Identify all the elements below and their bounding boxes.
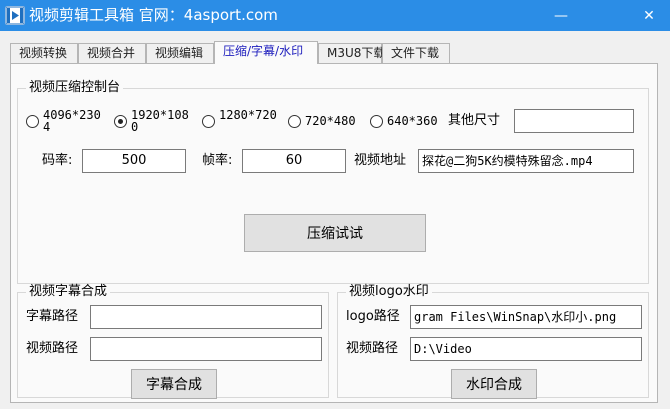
logo-path-label: logo路径 [346, 309, 400, 324]
radio-1280x720[interactable]: 1280*720 [202, 109, 282, 128]
title-bar: 视频剪辑工具箱 官网：4asport.com — ✕ [0, 0, 670, 31]
app-icon [5, 6, 25, 25]
other-size-label: 其他尺寸 [448, 113, 501, 128]
minimize-button[interactable]: — [540, 0, 582, 31]
framerate-label: 帧率: [202, 153, 233, 168]
subtitle-path-input[interactable] [90, 305, 322, 329]
tab-file-download[interactable]: 文件下载 [382, 43, 450, 63]
other-size-input[interactable] [514, 109, 634, 133]
radio-1280x720-label: 1280*720 [219, 108, 277, 122]
radio-720x480-indicator[interactable] [288, 115, 301, 128]
subtitle-video-path-label: 视频路径 [26, 341, 79, 356]
watermark-video-path-input[interactable]: D:\Video [410, 337, 642, 361]
tab-video-merge[interactable]: 视频合并 [78, 43, 146, 63]
subtitle-path-label: 字幕路径 [26, 309, 79, 324]
radio-1920x1080-indicator[interactable] [114, 115, 127, 128]
tab-video-convert[interactable]: 视频转换 [10, 43, 78, 63]
subtitle-group-title: 视频字幕合成 [26, 284, 111, 300]
radio-1920x1080[interactable]: 1920*1080 [114, 109, 196, 133]
bitrate-input[interactable]: 500 [82, 149, 186, 173]
subtitle-merge-button[interactable]: 字幕合成 [131, 369, 217, 399]
compress-button[interactable]: 压缩试试 [244, 214, 426, 252]
close-button[interactable]: ✕ [628, 0, 670, 31]
tab-video-edit[interactable]: 视频编辑 [146, 43, 214, 63]
radio-4096x2304-label: 4096*2304 [43, 108, 101, 134]
radio-4096x2304-indicator[interactable] [26, 115, 39, 128]
compress-group-title: 视频压缩控制台 [26, 80, 124, 96]
radio-640x360[interactable]: 640*360 [370, 109, 450, 133]
watermark-merge-button[interactable]: 水印合成 [451, 369, 537, 399]
tab-compress-subtitle-watermark[interactable]: 压缩/字幕/水印 [214, 41, 318, 64]
radio-640x360-indicator[interactable] [370, 115, 383, 128]
radio-1920x1080-label: 1920*1080 [131, 108, 189, 134]
watermark-group-title: 视频logo水印 [346, 284, 432, 300]
radio-1280x720-indicator[interactable] [202, 115, 215, 128]
watermark-group: 视频logo水印 logo路径 gram Files\WinSnap\水印小.p… [337, 284, 649, 399]
window-title: 视频剪辑工具箱 官网：4asport.com [29, 6, 278, 24]
window-client: 视频转换 视频合并 视频编辑 压缩/字幕/水印 M3U8下载 文件下载 视频压缩… [0, 31, 670, 409]
subtitle-group: 视频字幕合成 字幕路径 视频路径 字幕合成 [17, 284, 329, 399]
radio-720x480-label: 720*480 [305, 114, 356, 128]
watermark-video-path-label: 视频路径 [346, 341, 399, 356]
tab-page: 视频压缩控制台 4096*2304 1920*1080 1280*720 720… [10, 63, 658, 403]
video-path-label: 视频地址 [354, 153, 407, 168]
compress-group: 视频压缩控制台 4096*2304 1920*1080 1280*720 720… [17, 80, 649, 284]
logo-path-input[interactable]: gram Files\WinSnap\水印小.png [410, 305, 642, 329]
bitrate-label: 码率: [42, 153, 73, 168]
video-path-input[interactable]: 探花@二狗5K约模特殊留念.mp4 [418, 149, 634, 173]
radio-640x360-label: 640*360 [387, 114, 438, 128]
subtitle-video-path-input[interactable] [90, 337, 322, 361]
radio-4096x2304[interactable]: 4096*2304 [26, 109, 106, 133]
framerate-input[interactable]: 60 [242, 149, 346, 173]
radio-720x480[interactable]: 720*480 [288, 109, 368, 133]
tab-m3u8-download[interactable]: M3U8下载 [318, 43, 385, 63]
